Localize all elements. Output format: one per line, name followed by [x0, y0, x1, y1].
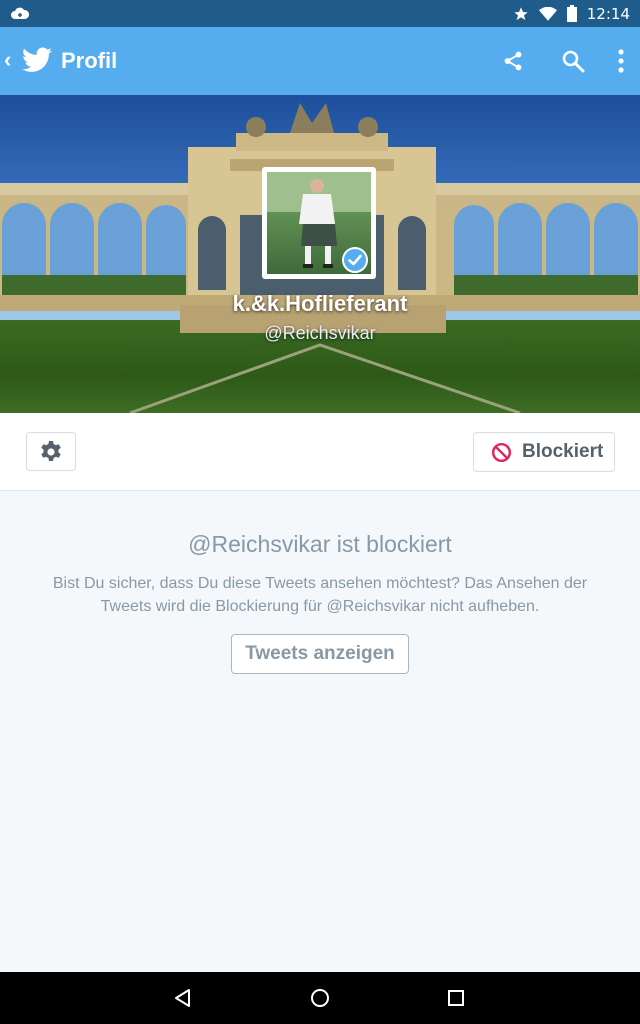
profile-actions-bar: Blockiert — [0, 413, 640, 491]
blocked-button[interactable]: Blockiert — [473, 432, 615, 472]
wifi-icon — [538, 6, 557, 21]
blocked-notice-text: Bist Du sicher, dass Du diese Tweets ans… — [52, 575, 588, 615]
nav-back-button[interactable] — [170, 985, 196, 1011]
settings-button[interactable] — [26, 432, 76, 471]
status-time: 12:14 — [586, 4, 630, 23]
show-tweets-button[interactable]: Tweets anzeigen — [231, 634, 409, 674]
nav-home-icon — [311, 989, 329, 1007]
blocked-notice-title: @Reichsvikar ist blockiert — [188, 531, 452, 557]
more-options-button[interactable] — [606, 46, 636, 76]
share-icon — [504, 51, 522, 71]
cloud-notification-icon — [11, 7, 30, 19]
app-bar: ‹ Profil — [0, 27, 640, 95]
back-button[interactable]: ‹ — [4, 49, 11, 71]
share-button[interactable] — [498, 46, 528, 76]
search-icon — [562, 50, 585, 73]
gear-icon — [41, 440, 61, 461]
profile-header-banner: k.&k.Hoflieferant @Reichsvikar — [0, 95, 640, 413]
nav-back-icon — [175, 989, 190, 1007]
nav-home-button[interactable] — [307, 985, 333, 1011]
status-bar: 12:14 — [0, 0, 640, 27]
profile-name: k.&k.Hoflieferant — [232, 291, 408, 316]
search-button[interactable] — [558, 46, 588, 76]
nav-recents-button[interactable] — [443, 985, 469, 1011]
profile-handle: @Reichsvikar — [264, 323, 376, 343]
verified-badge-icon — [342, 247, 368, 273]
more-vert-icon — [618, 49, 624, 73]
blocked-label: Blockiert — [522, 441, 604, 462]
battery-icon — [566, 5, 577, 22]
system-nav-bar — [0, 972, 640, 1024]
page-title: Profil — [61, 48, 118, 73]
nav-recents-icon — [448, 990, 464, 1006]
twitter-bird-icon[interactable] — [22, 47, 52, 73]
block-icon — [491, 442, 512, 462]
star-icon — [514, 6, 528, 20]
